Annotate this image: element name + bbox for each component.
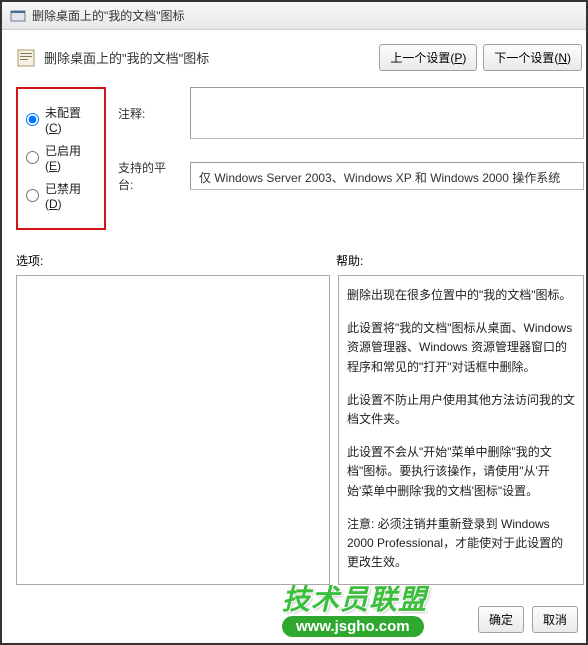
radio-unconfigured[interactable]: 未配置(C)	[26, 104, 94, 135]
help-paragraph: 此设置不防止用户使用其他方法访问我的文档文件夹。	[347, 391, 575, 429]
window-frame: 删除桌面上的"我的文档"图标 删除桌面上的"我的文档"图标 上一个设置(P) 下…	[0, 0, 588, 645]
help-paragraph: 此设置将"我的文档"图标从桌面、Windows 资源管理器、Windows 资源…	[347, 319, 575, 377]
prev-setting-button[interactable]: 上一个设置(P)	[379, 44, 477, 71]
page-icon	[16, 48, 36, 68]
help-panel: 删除出现在很多位置中的"我的文档"图标。 此设置将"我的文档"图标从桌面、Win…	[338, 275, 584, 585]
window-title: 删除桌面上的"我的文档"图标	[32, 7, 185, 24]
watermark: 技术员联盟 www.jsgho.com	[282, 578, 427, 637]
radio-disabled-input[interactable]	[26, 189, 39, 202]
help-paragraph: 注意: 必须注销并重新登录到 Windows 2000 Professional…	[347, 515, 575, 573]
app-icon	[10, 8, 26, 24]
help-paragraph: 删除出现在很多位置中的"我的文档"图标。	[347, 286, 575, 305]
help-paragraph: 此设置不会从"开始"菜单中删除"我的文档"图标。要执行该操作，请使用"从'开始'…	[347, 443, 575, 501]
radio-enabled[interactable]: 已启用(E)	[26, 142, 94, 173]
platform-label: 支持的平台:	[118, 159, 180, 193]
help-label: 帮助:	[336, 252, 363, 269]
platform-text: 仅 Windows Server 2003、Windows XP 和 Windo…	[190, 162, 584, 190]
titlebar: 删除桌面上的"我的文档"图标	[2, 2, 586, 30]
radio-unconfigured-input[interactable]	[26, 113, 39, 126]
comment-textarea[interactable]	[190, 87, 584, 139]
radio-disabled[interactable]: 已禁用(D)	[26, 180, 94, 211]
comment-label: 注释:	[118, 105, 180, 122]
ok-button[interactable]: 确定	[478, 606, 524, 633]
next-setting-button[interactable]: 下一个设置(N)	[483, 44, 582, 71]
watermark-url: www.jsgho.com	[282, 616, 424, 637]
options-panel	[16, 275, 330, 585]
cancel-button[interactable]: 取消	[532, 606, 578, 633]
radio-group-highlighted: 未配置(C) 已启用(E) 已禁用(D)	[16, 87, 106, 230]
options-label: 选项:	[16, 252, 336, 269]
page-title: 删除桌面上的"我的文档"图标	[44, 48, 209, 67]
radio-enabled-input[interactable]	[26, 151, 39, 164]
